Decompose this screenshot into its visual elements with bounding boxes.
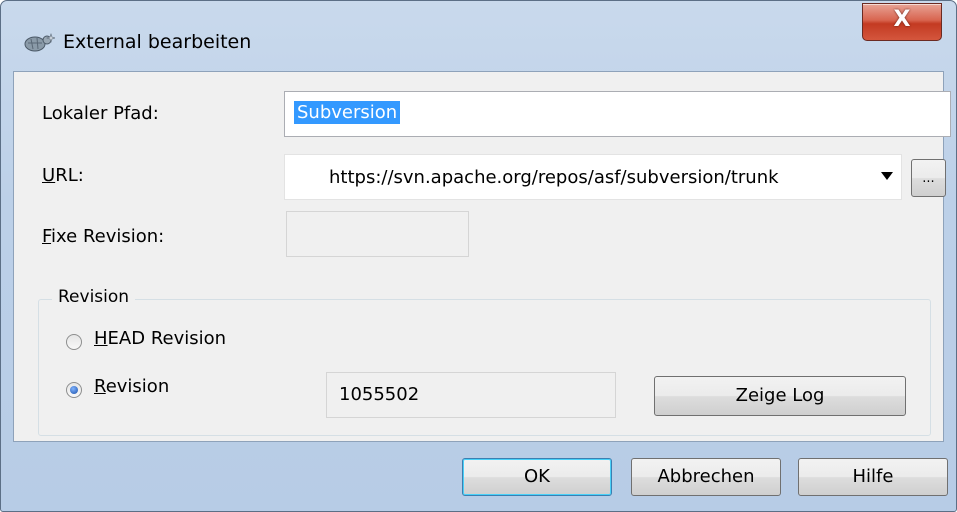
fixed-revision-label-text: ixe Revision:	[51, 226, 165, 247]
close-button[interactable]: X	[862, 3, 942, 41]
help-button[interactable]: Hilfe	[798, 458, 948, 496]
dialog-title: External bearbeiten	[63, 31, 252, 53]
url-label-mnemonic: U	[42, 165, 56, 186]
show-log-button[interactable]: Zeige Log	[654, 376, 906, 416]
local-path-input[interactable]: Subversion	[284, 91, 951, 137]
dropdown-arrow-icon[interactable]	[881, 172, 893, 180]
url-label: URL:	[42, 165, 84, 186]
revision-radio-text: evision	[105, 376, 170, 397]
ok-button[interactable]: OK	[462, 458, 612, 496]
local-path-label-text: okaler Pfad:	[51, 103, 159, 124]
fixed-revision-input[interactable]	[286, 211, 469, 257]
fixed-revision-label-mnemonic: F	[42, 226, 52, 247]
dialog-content: Lokaler Pfad: Subversion URL: https://sv…	[13, 71, 951, 442]
url-label-text: RL:	[55, 165, 84, 186]
revision-radio[interactable]	[66, 382, 82, 398]
tortoisesvn-turtle-icon	[24, 33, 55, 52]
browse-url-button[interactable]: ...	[911, 159, 946, 197]
local-path-label: Lokaler Pfad:	[42, 103, 159, 124]
revision-number-value: 1055502	[339, 384, 420, 405]
local-path-label-mnemonic: L	[42, 103, 52, 124]
close-icon: X	[893, 7, 911, 32]
fixed-revision-label: Fixe Revision:	[42, 226, 164, 247]
revision-group-title: Revision	[52, 287, 136, 307]
head-revision-radio[interactable]	[66, 334, 82, 350]
head-revision-label[interactable]: HEAD Revision	[94, 328, 226, 349]
revision-number-input[interactable]: 1055502	[326, 372, 616, 418]
revision-radio-mnemonic: R	[94, 376, 106, 397]
revision-radio-label[interactable]: Revision	[94, 376, 169, 397]
cancel-button[interactable]: Abbrechen	[631, 458, 781, 496]
url-value: https://svn.apache.org/repos/asf/subvers…	[329, 167, 779, 188]
head-revision-text: EAD Revision	[107, 328, 227, 349]
url-combobox[interactable]: https://svn.apache.org/repos/asf/subvers…	[284, 154, 902, 200]
dialog-window: External bearbeiten X Lokaler Pfad: Subv…	[0, 0, 957, 512]
title-bar: External bearbeiten X	[1, 1, 956, 71]
local-path-value: Subversion	[294, 101, 401, 124]
head-revision-mnemonic: H	[94, 328, 108, 349]
